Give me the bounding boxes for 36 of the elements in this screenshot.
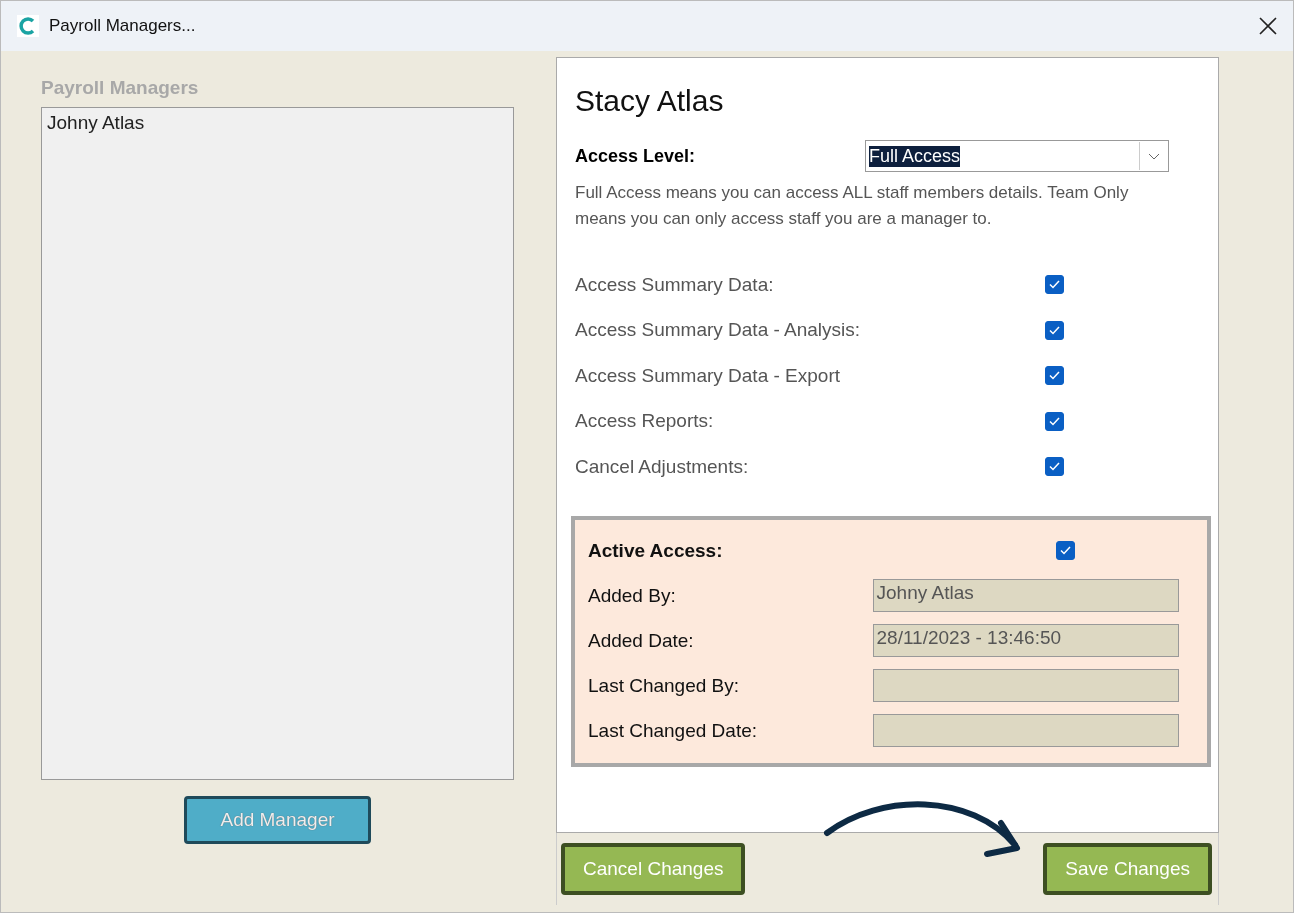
permission-label: Access Reports: [575, 410, 715, 433]
permission-label: Access Summary Data: [575, 273, 775, 296]
checkbox[interactable] [1045, 457, 1064, 477]
access-level-dropdown[interactable]: Full Access [865, 140, 1169, 172]
checkbox[interactable] [1045, 275, 1064, 295]
field-label: Added Date: [588, 629, 695, 652]
manager-item[interactable]: Johny Atlas [47, 112, 508, 134]
permission-label: Cancel Adjustments: [575, 455, 750, 478]
close-icon[interactable] [1259, 17, 1277, 35]
permission-label: Access Summary Data - Analysis: [575, 319, 862, 342]
checkmark-icon [1049, 416, 1060, 426]
checkbox[interactable] [1045, 411, 1064, 431]
field-label: Last Changed Date: [588, 719, 758, 742]
checkmark-icon [1049, 325, 1060, 335]
checkmark-icon [1049, 371, 1060, 381]
readonly-field[interactable]: 28/11/2023 - 13:46:50 [872, 624, 1179, 657]
checkmark-icon [1049, 280, 1060, 290]
field-label: Added By: [588, 584, 677, 607]
checkbox[interactable] [1056, 541, 1075, 560]
checkmark-icon [1060, 546, 1071, 555]
checkmark-icon [1049, 462, 1060, 472]
list-heading: Payroll Managers [41, 77, 200, 99]
readonly-field[interactable]: Johny Atlas [872, 579, 1179, 612]
app-logo-icon [17, 15, 39, 37]
checkbox[interactable] [1045, 366, 1064, 386]
active-access-label: Active Access: [588, 539, 724, 562]
access-level-label: Access Level: [575, 145, 697, 167]
window-title: Payroll Managers... [49, 16, 197, 36]
permission-label: Access Summary Data - Export [575, 364, 842, 387]
readonly-field[interactable] [872, 714, 1179, 747]
manager-name: Stacy Atlas [575, 84, 725, 118]
field-label: Last Changed By: [588, 674, 741, 697]
checkbox[interactable] [1045, 320, 1064, 340]
chevron-down-icon [1148, 152, 1160, 160]
readonly-field[interactable] [872, 669, 1179, 702]
access-description: Full Access means you can access ALL staff members details. Team Only means you can only access staff you are a manager to. [575, 182, 1130, 230]
